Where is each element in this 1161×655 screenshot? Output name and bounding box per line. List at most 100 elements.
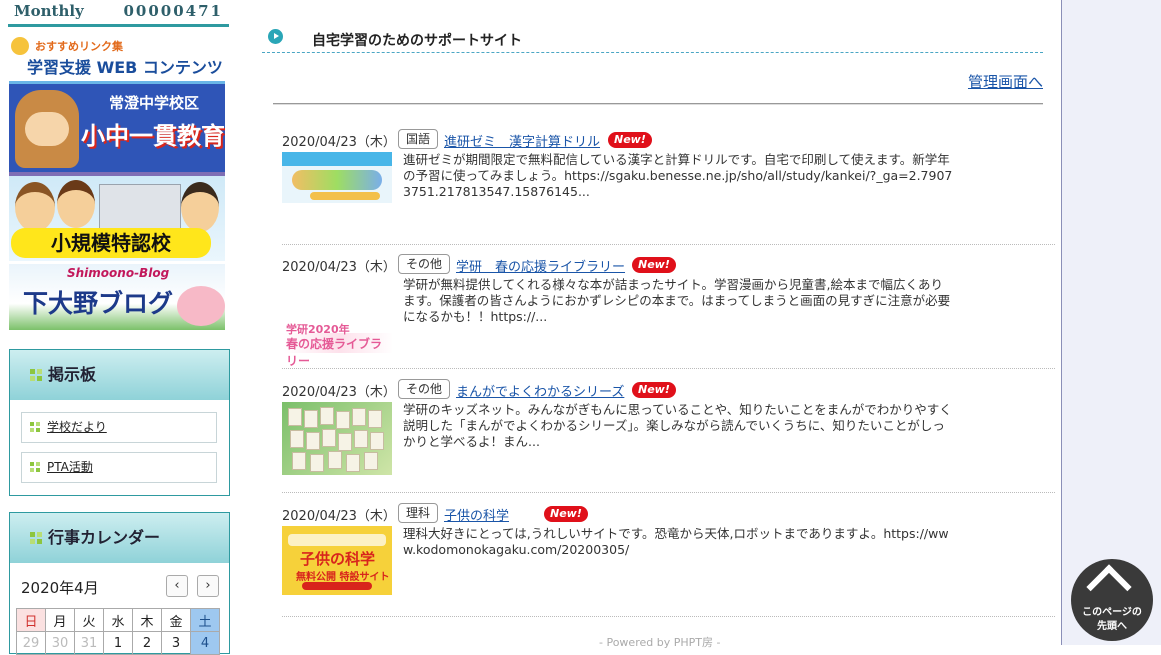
thumbnail-text: 春の応援ライブラリー — [286, 337, 383, 368]
bbs-item-newsletter[interactable]: 学校だより — [21, 412, 217, 443]
thumbnail-graphic — [288, 534, 386, 546]
event-calendar: 行事カレンダー 2020年4月 ‹ › 日 月 火 水 木 金 土 29 30 … — [9, 512, 230, 655]
bbs-header: 掲示板 — [10, 350, 229, 400]
square-bullet-icon — [30, 422, 41, 433]
play-circle-icon — [268, 29, 283, 44]
banner-link-subtitle: おすすめリンク集 — [35, 40, 123, 53]
calendar-day[interactable]: 31 — [74, 631, 104, 655]
list-item: 2020/04/23（木） その他 学研 春の応援ライブラリー New! 学研2… — [282, 254, 1055, 370]
new-badge: New! — [608, 132, 652, 148]
list-item: 2020/04/23（木） その他 まんがでよくわかるシリーズ New! 学研の… — [282, 379, 1055, 493]
entry-thumbnail[interactable]: 学研2020年 春の応援ライブラリー — [282, 277, 392, 370]
entry-separator — [282, 492, 1055, 493]
powered-by-footer: - Powered by PHPT房 - — [599, 636, 721, 649]
weekday-fri: 金 — [161, 608, 191, 632]
banner-tokunin-title: 小規模特認校 — [11, 228, 211, 258]
new-badge: New! — [632, 257, 676, 273]
entry-description: 学研が無料提供してくれる様々な本が詰まったサイト。学習漫画から児童書,絵本まで幅… — [403, 277, 951, 324]
entry-date: 2020/04/23（木） — [282, 509, 396, 524]
bbs-box: 掲示板 学校だより PTA活動 — [9, 349, 230, 496]
entry-date: 2020/04/23（木） — [282, 385, 396, 400]
entry-description: 理科大好きにとっては,うれしいサイトです。恐竜から天体,ロボットまでありますよ。… — [403, 526, 949, 557]
new-badge: New! — [544, 506, 588, 522]
category-badge: 理科 — [398, 503, 439, 523]
cherry-tree-image — [177, 286, 225, 326]
entry-thumbnail[interactable] — [282, 152, 392, 203]
right-margin — [1061, 0, 1161, 645]
entry-description: 学研のキッズネット。みんながぎもんに思っていることや、知りたいことをまんがでわか… — [403, 402, 952, 449]
thumbnail-text: 無料公開 特設サイト — [296, 572, 390, 583]
access-counter: Monthly 00000471 — [8, 0, 229, 27]
bbs-item-link[interactable]: PTA活動 — [47, 453, 93, 482]
mascot-face — [25, 112, 69, 146]
calendar-day[interactable]: 3 — [161, 631, 191, 655]
new-badge: New! — [632, 382, 676, 398]
banner-tokunin[interactable]: 小規模特認校 — [9, 176, 225, 261]
admin-link[interactable]: 管理画面へ — [968, 71, 1043, 92]
category-badge: その他 — [398, 379, 451, 399]
entry-separator — [282, 368, 1055, 369]
square-bullet-icon — [30, 369, 42, 381]
prev-month-button[interactable]: ‹ — [166, 575, 188, 597]
banner-link-collection[interactable]: おすすめリンク集 学習支援 WEB コンテンツ — [9, 37, 225, 84]
bbs-item-link[interactable]: 学校だより — [47, 413, 107, 442]
weekday-sat: 土 — [190, 608, 220, 632]
banner-ikkan-kyoiku[interactable]: 常澄中学校区 小中一貫教育 — [9, 84, 225, 177]
weekday-wed: 水 — [103, 608, 133, 632]
entry-separator — [282, 616, 1055, 617]
entry-title-link[interactable]: 子供の科学 — [444, 505, 509, 524]
entry-title-link[interactable]: まんがでよくわかるシリーズ — [456, 381, 624, 400]
entry-thumbnail[interactable]: 子供の科学 無料公開 特設サイト — [282, 526, 392, 595]
entry-thumbnail[interactable] — [282, 402, 392, 475]
weekday-tue: 火 — [74, 608, 104, 632]
counter-label: Monthly — [14, 2, 84, 20]
next-month-button[interactable]: › — [197, 575, 219, 597]
list-item: 2020/04/23（木） 国語 進研ゼミ 漢字計算ドリル New! 進研ゼミが… — [282, 129, 1055, 245]
entry-separator — [282, 244, 1055, 245]
category-badge: 国語 — [398, 129, 439, 149]
weekday-sun: 日 — [16, 608, 46, 632]
bbs-item-pta[interactable]: PTA活動 — [21, 452, 217, 483]
square-bullet-icon — [30, 462, 41, 473]
calendar-day[interactable]: 1 — [103, 631, 133, 655]
entry-title-link[interactable]: 進研ゼミ 漢字計算ドリル — [444, 131, 600, 150]
back-to-top-button[interactable]: このページの 先頭へ — [1071, 559, 1153, 641]
banner-blog-title: 下大野ブログ — [23, 289, 174, 318]
weekday-row: 日 月 火 水 木 金 土 — [16, 608, 220, 632]
banner-blog[interactable]: Shimoono-Blog 下大野ブログ — [9, 264, 225, 330]
counter-value: 00000471 — [123, 2, 223, 20]
banner-blog-subtitle: Shimoono-Blog — [67, 266, 170, 280]
calendar-day[interactable]: 30 — [45, 631, 75, 655]
weekday-thu: 木 — [132, 608, 162, 632]
entry-date: 2020/04/23（木） — [282, 135, 396, 150]
calendar-header: 行事カレンダー — [10, 513, 229, 563]
thumbnail-graphic — [292, 170, 382, 190]
divider — [273, 103, 1043, 105]
calendar-month: 2020年4月 — [21, 579, 99, 597]
child-image — [15, 182, 55, 232]
calendar-grid: 日 月 火 水 木 金 土 29 30 31 1 2 3 4 — [16, 608, 220, 655]
calendar-day[interactable]: 29 — [16, 631, 46, 655]
banner-link-title: 学習支援 WEB コンテンツ — [27, 58, 223, 77]
list-item: 2020/04/23（木） 理科 子供の科学 New! 子供の科学 無料公開 特… — [282, 503, 1055, 617]
left-sidebar: Monthly 00000471 おすすめリンク集 学習支援 WEB コンテンツ… — [0, 0, 240, 655]
back-to-top-label: このページの — [1082, 607, 1142, 618]
week-row: 29 30 31 1 2 3 4 — [16, 631, 220, 655]
entry-title-link[interactable]: 学研 春の応援ライブラリー — [456, 256, 625, 275]
thumbnail-graphic — [310, 192, 380, 200]
star-icon — [11, 37, 29, 55]
weekday-mon: 月 — [45, 608, 75, 632]
child-image — [57, 180, 95, 228]
child-image — [181, 182, 219, 232]
square-bullet-icon — [30, 532, 42, 544]
thumbnail-graphic — [302, 582, 372, 590]
calendar-day[interactable]: 4 — [190, 631, 220, 655]
bbs-title: 掲示板 — [48, 365, 97, 384]
category-badge: その他 — [398, 254, 451, 274]
entry-date: 2020/04/23（木） — [282, 260, 396, 275]
section-title: 自宅学習のためのサポートサイト — [312, 33, 522, 49]
back-to-top-label: 先頭へ — [1097, 621, 1127, 632]
section-title-bar: 自宅学習のためのサポートサイト — [262, 26, 1043, 53]
banner-ikkan-title: 小中一貫教育 — [81, 122, 225, 150]
calendar-day[interactable]: 2 — [132, 631, 162, 655]
